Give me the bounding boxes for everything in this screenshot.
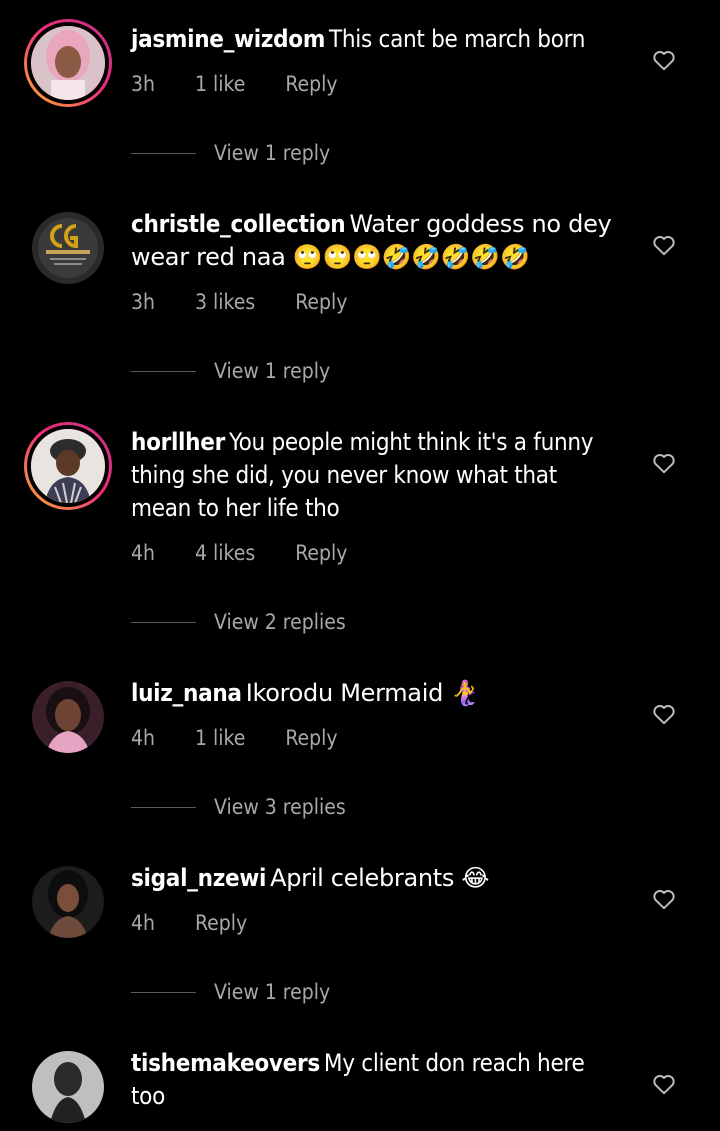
heart-icon[interactable] xyxy=(651,886,677,912)
avatar-photo-icon xyxy=(32,681,104,753)
comment-time: 3h xyxy=(131,290,155,314)
view-replies-button[interactable]: View 1 reply xyxy=(131,138,330,168)
heart-icon[interactable] xyxy=(651,701,677,727)
comment-meta: 4h 1 like Reply xyxy=(131,723,338,753)
story-ring[interactable] xyxy=(24,422,112,510)
comment-likes[interactable]: 4 likes xyxy=(195,541,255,565)
avatar[interactable] xyxy=(27,425,109,507)
avatar-wrap[interactable] xyxy=(24,858,112,946)
avatar[interactable] xyxy=(27,22,109,104)
avatar[interactable] xyxy=(32,212,104,284)
avatar-photo-icon xyxy=(32,866,104,938)
comment-text: christle_collection Water goddess no dey … xyxy=(131,208,623,274)
reply-button[interactable]: Reply xyxy=(195,911,247,935)
heart-icon[interactable] xyxy=(651,1071,677,1097)
avatar[interactable] xyxy=(32,1051,104,1123)
comment-meta: 4h 4 likes Reply xyxy=(131,538,347,568)
story-ring[interactable] xyxy=(24,19,112,107)
comment-meta: 4h Reply xyxy=(131,908,247,938)
comment-text: luiz_nana Ikorodu Mermaid 🧜‍♀️ xyxy=(131,677,623,710)
comment-body: April celebrants 😂 xyxy=(270,864,490,892)
view-replies-line xyxy=(131,806,196,808)
christle-collection-logo-icon xyxy=(32,212,104,284)
comment-text: jasmine_wizdom This cant be march born xyxy=(131,23,623,56)
view-replies-button[interactable]: View 3 replies xyxy=(131,792,346,822)
comment-time: 4h xyxy=(131,541,155,565)
comment-username[interactable]: jasmine_wizdom xyxy=(131,25,325,53)
comment-likes[interactable]: 3 likes xyxy=(195,290,255,314)
avatar-wrap[interactable] xyxy=(24,1043,112,1131)
comment-text: horllher You people might think it's a fu… xyxy=(131,426,623,525)
view-replies-button[interactable]: View 2 replies xyxy=(131,607,346,637)
reply-button[interactable]: Reply xyxy=(285,72,337,96)
avatar-photo-icon xyxy=(32,1051,104,1123)
comment-likes[interactable]: 1 like xyxy=(195,72,245,96)
comment-meta: 3h 1 like Reply xyxy=(131,69,338,99)
view-replies-label: View 1 reply xyxy=(214,980,331,1004)
view-replies-label: View 1 reply xyxy=(214,141,331,165)
view-replies-label: View 1 reply xyxy=(214,359,331,383)
comment-username[interactable]: christle_collection xyxy=(131,210,346,238)
view-replies-line xyxy=(131,991,196,993)
heart-icon[interactable] xyxy=(651,450,677,476)
comment-username[interactable]: horllher xyxy=(131,428,225,456)
comment-username[interactable]: luiz_nana xyxy=(131,679,242,707)
reply-button[interactable]: Reply xyxy=(295,290,347,314)
view-replies-line xyxy=(131,370,196,372)
reply-button[interactable]: Reply xyxy=(285,726,337,750)
heart-icon[interactable] xyxy=(651,47,677,73)
comment-body: This cant be march born xyxy=(329,25,586,53)
comment-username[interactable]: tishemakeovers xyxy=(131,1049,320,1077)
view-replies-button[interactable]: View 1 reply xyxy=(131,977,330,1007)
avatar-photo-icon xyxy=(31,429,105,503)
comment-time: 4h xyxy=(131,726,155,750)
avatar-wrap[interactable] xyxy=(24,673,112,761)
reply-button[interactable]: Reply xyxy=(295,541,347,565)
view-replies-line xyxy=(131,152,196,154)
comment-body: Ikorodu Mermaid 🧜‍♀️ xyxy=(245,679,481,707)
comment-meta: 3h 3 likes Reply xyxy=(131,287,347,317)
comment-username[interactable]: sigal_nzewi xyxy=(131,864,266,892)
view-replies-line xyxy=(131,621,196,623)
heart-icon[interactable] xyxy=(651,232,677,258)
view-replies-button[interactable]: View 1 reply xyxy=(131,356,330,386)
comment-likes[interactable]: 1 like xyxy=(195,726,245,750)
view-replies-label: View 2 replies xyxy=(214,610,346,634)
comment-time: 4h xyxy=(131,911,155,935)
avatar-wrap[interactable] xyxy=(24,204,112,292)
avatar[interactable] xyxy=(32,681,104,753)
comment-time: 3h xyxy=(131,72,155,96)
comment-text: sigal_nzewi April celebrants 😂 xyxy=(131,862,623,895)
view-replies-label: View 3 replies xyxy=(214,795,346,819)
avatar-photo-icon xyxy=(31,26,105,100)
avatar[interactable] xyxy=(32,866,104,938)
comment-text: tishemakeovers My client don reach here t… xyxy=(131,1047,623,1113)
